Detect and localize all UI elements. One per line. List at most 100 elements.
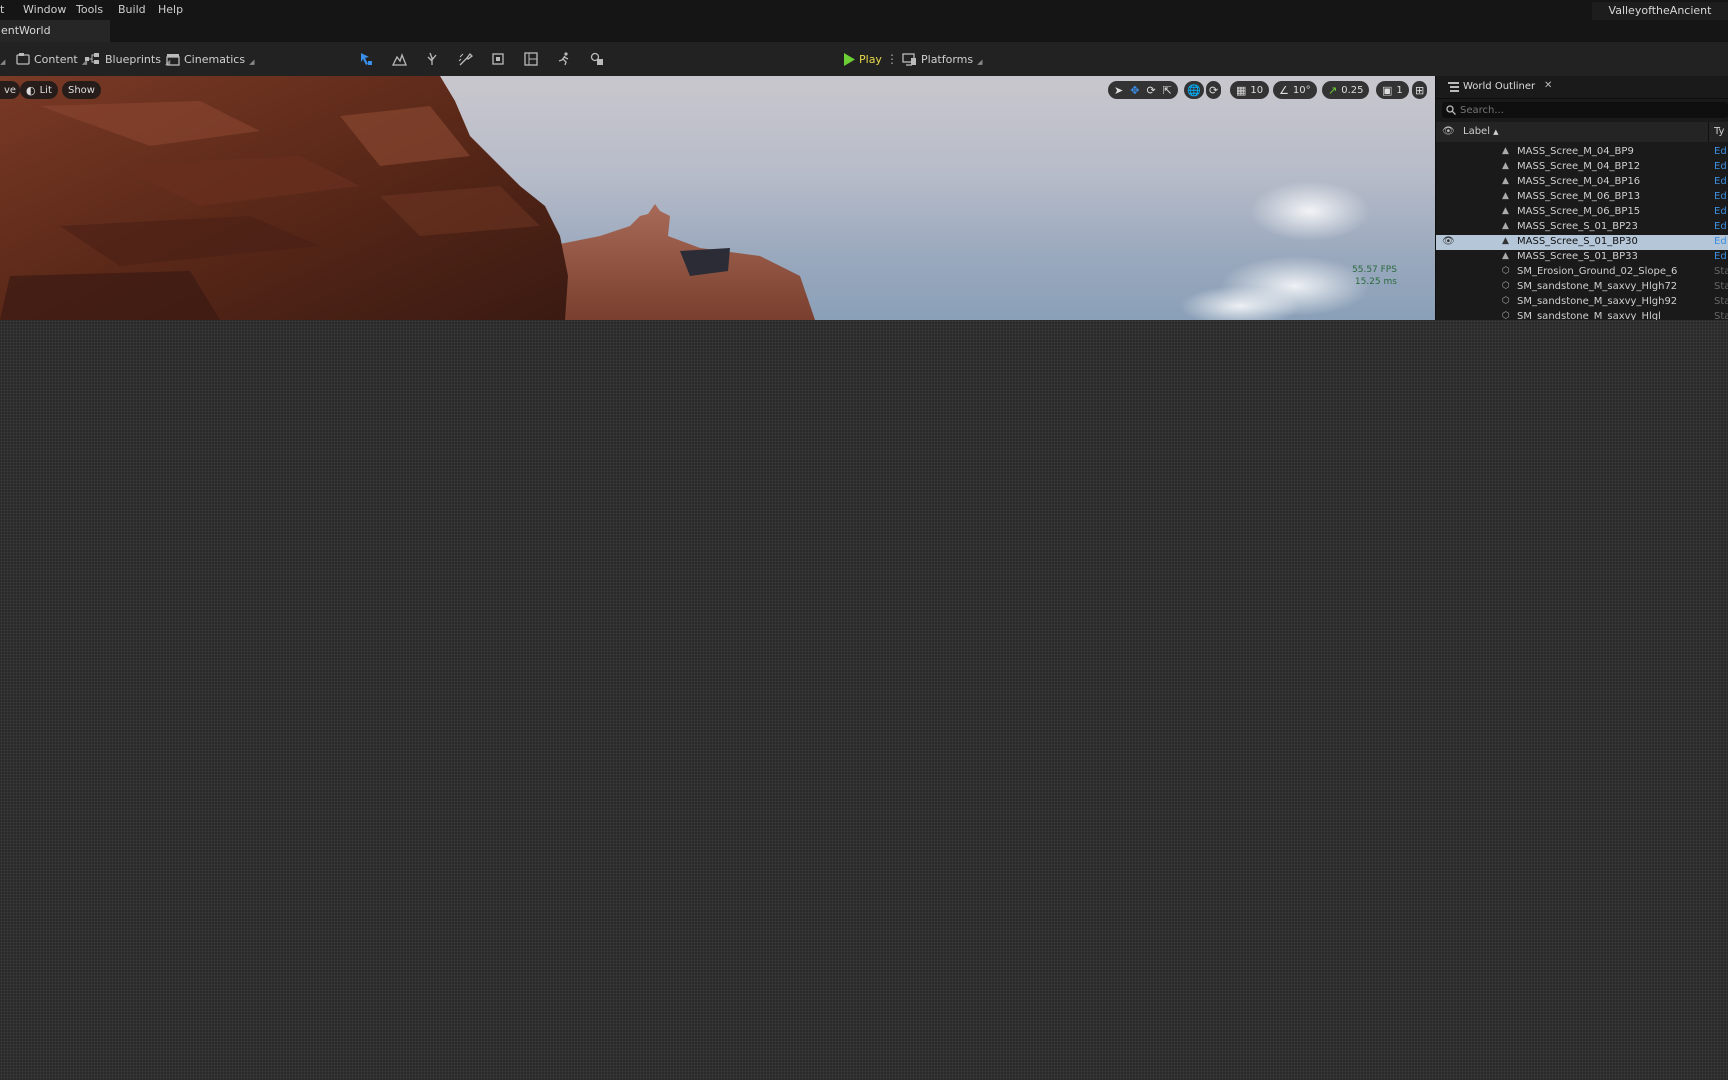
play-options-icon[interactable]: ⋮ xyxy=(886,51,898,67)
content-label: Content xyxy=(34,52,78,66)
modeling-mode-icon[interactable] xyxy=(489,50,507,68)
angle-icon: ∠ xyxy=(1279,83,1289,97)
grid-icon: ▦ xyxy=(1236,83,1247,97)
outliner-row-label: SM_sandstone_M_saxvy_Hlgl xyxy=(1517,311,1661,320)
platforms-label: Platforms xyxy=(921,52,974,66)
camera-speed-value: 1 xyxy=(1396,84,1403,96)
outliner-row[interactable]: ▲ MASS_Scree_S_01_BP33 Ed xyxy=(1436,250,1728,265)
menu-tools[interactable]: Tools xyxy=(76,3,103,16)
outliner-row-type: Sta xyxy=(1714,281,1728,292)
foliage-mode-icon[interactable] xyxy=(423,50,441,68)
outliner-row[interactable]: ▲ MASS_Scree_M_06_BP13 Ed xyxy=(1436,190,1728,205)
geometry-mode-icon[interactable] xyxy=(588,50,606,68)
rotation-snap-button[interactable]: ∠ 10° xyxy=(1273,81,1317,99)
globe-icon: 🌐 xyxy=(1187,83,1201,97)
static-mesh-icon: ⬡ xyxy=(1502,266,1510,276)
outliner-row[interactable]: ▲ MASS_Scree_S_01_BP23 Ed xyxy=(1436,220,1728,235)
content-button[interactable]: Content ◢ xyxy=(16,51,87,67)
outliner-row-label: MASS_Scree_M_04_BP16 xyxy=(1517,176,1641,187)
surface-snap-toggle[interactable]: ⟳ xyxy=(1206,81,1222,99)
clapperboard-icon xyxy=(166,53,180,66)
menu-window[interactable]: Window xyxy=(23,3,66,16)
static-mesh-icon: ⬡ xyxy=(1502,281,1510,291)
chevron-down-icon: ◢ xyxy=(977,58,983,66)
world-local-toggle[interactable]: 🌐 xyxy=(1184,81,1204,99)
scale-snap-button[interactable]: ↗ 0.25 xyxy=(1322,81,1370,99)
blueprint-actor-icon: ▲ xyxy=(1502,236,1509,246)
static-mesh-icon: ⬡ xyxy=(1502,311,1510,320)
level-viewport[interactable]: ve ◐ Lit Show ➤ ✥ ⟳ ⇱ 🌐 ⟳ ▦ 10 ∠ 10° ↗ 0… xyxy=(0,76,1435,320)
camera-icon: ▣ xyxy=(1382,83,1393,97)
search-input[interactable] xyxy=(1460,102,1720,118)
camera-speed-button[interactable]: ▣ 1 xyxy=(1376,81,1409,99)
outliner-title: World Outliner xyxy=(1463,81,1536,92)
outliner-row[interactable]: ▲ MASS_Scree_M_04_BP9 Ed xyxy=(1436,145,1728,160)
outliner-row[interactable]: ⬡ SM_sandstone_M_saxvy_Hlgh92 Sta xyxy=(1436,295,1728,310)
viewport-scene xyxy=(0,76,1370,320)
outliner-row-type: Sta xyxy=(1714,266,1728,277)
outliner-row[interactable]: ▲ MASS_Scree_M_06_BP15 Ed xyxy=(1436,205,1728,220)
outliner-row-label: MASS_Scree_M_06_BP15 xyxy=(1517,206,1641,217)
outliner-row-type: Ed xyxy=(1714,146,1727,157)
perspective-dropdown[interactable]: ve xyxy=(0,81,21,99)
platforms-button[interactable]: Platforms ◢ xyxy=(902,51,983,67)
outliner-row-label: MASS_Scree_M_06_BP13 xyxy=(1517,191,1641,202)
animation-mode-icon[interactable] xyxy=(555,50,573,68)
label-column-text: Label xyxy=(1463,126,1490,137)
outliner-row[interactable]: ⬡ SM_sandstone_M_saxvy_Hlgh72 Sta xyxy=(1436,280,1728,295)
outliner-row[interactable]: ⬡ SM_sandstone_M_saxvy_Hlgl Sta xyxy=(1436,310,1728,320)
mesh-paint-mode-icon[interactable] xyxy=(456,50,474,68)
maximize-viewport-button[interactable]: ⊞ xyxy=(1412,81,1428,99)
outliner-row-label: MASS_Scree_S_01_BP30 xyxy=(1517,236,1638,247)
label-column-header[interactable]: Label ▲ xyxy=(1463,126,1499,137)
blueprints-button[interactable]: Blueprints ◢ xyxy=(85,51,170,67)
grid-snap-button[interactable]: ▦ 10 xyxy=(1230,81,1270,99)
view-mode-lit-button[interactable]: ◐ Lit xyxy=(20,81,58,99)
play-icon xyxy=(844,52,855,66)
blueprint-actor-icon: ▲ xyxy=(1502,206,1509,216)
platforms-icon xyxy=(902,53,916,66)
blueprint-actor-icon: ▲ xyxy=(1502,146,1509,156)
show-button[interactable]: Show xyxy=(62,81,101,99)
menu-help[interactable]: Help xyxy=(158,3,183,16)
close-icon[interactable]: ✕ xyxy=(1544,80,1552,91)
outliner-tab[interactable]: World Outliner ✕ xyxy=(1436,76,1728,99)
outliner-row-label: SM_sandstone_M_saxvy_Hlgh72 xyxy=(1517,281,1678,292)
grid-snap-value: 10 xyxy=(1250,84,1264,96)
outliner-row-label: MASS_Scree_M_04_BP9 xyxy=(1517,146,1634,157)
select-arrow-icon[interactable]: ➤ xyxy=(1114,84,1123,97)
outliner-row[interactable]: ⬡ SM_Erosion_Ground_02_Slope_6 Sta xyxy=(1436,265,1728,280)
lit-sphere-icon: ◐ xyxy=(26,83,36,97)
project-name: ValleyoftheAncient xyxy=(1592,2,1728,20)
level-tab[interactable]: entWorld xyxy=(0,20,110,42)
outliner-row[interactable]: ▲ MASS_Scree_M_04_BP16 Ed xyxy=(1436,175,1728,190)
fracture-mode-icon[interactable] xyxy=(522,50,540,68)
outliner-search[interactable] xyxy=(1442,102,1728,118)
outliner-row-label: SM_sandstone_M_saxvy_Hlgh92 xyxy=(1517,296,1678,307)
outliner-row-type: Sta xyxy=(1714,311,1728,320)
landscape-mode-icon[interactable] xyxy=(390,50,408,68)
outliner-row-type: Ed xyxy=(1714,251,1727,262)
layout-grid-icon: ⊞ xyxy=(1415,83,1425,97)
menu-edit[interactable]: t xyxy=(0,3,4,16)
type-column-header[interactable]: Ty xyxy=(1714,126,1724,137)
outliner-row[interactable]: ▲ MASS_Scree_M_04_BP12 Ed xyxy=(1436,160,1728,175)
menu-build[interactable]: Build xyxy=(118,3,146,16)
outliner-row-type: Sta xyxy=(1714,296,1728,307)
search-icon xyxy=(1446,105,1456,115)
outliner-row[interactable]: 👁 ▲ MASS_Scree_S_01_BP30 Ed xyxy=(1436,235,1728,250)
toolbar-cut-dropdown[interactable]: ◢ xyxy=(0,51,5,67)
rotate-icon[interactable]: ⟳ xyxy=(1146,84,1155,97)
outliner-row-label: MASS_Scree_S_01_BP33 xyxy=(1517,251,1638,262)
cinematics-button[interactable]: Cinematics ◢ xyxy=(166,51,254,67)
cinematics-label: Cinematics xyxy=(184,52,246,66)
select-mode-icon[interactable] xyxy=(357,50,375,68)
visibility-eye-icon[interactable]: 👁 xyxy=(1442,236,1455,247)
outliner-row-type: Ed xyxy=(1714,221,1727,232)
translate-icon[interactable]: ✥ xyxy=(1130,84,1139,97)
scale-icon[interactable]: ⇱ xyxy=(1163,84,1172,97)
visibility-eye-icon[interactable]: 👁 xyxy=(1442,126,1455,137)
outliner-row-label: SM_Erosion_Ground_02_Slope_6 xyxy=(1517,266,1678,277)
play-button[interactable]: Play xyxy=(843,51,882,67)
outliner-column-header: 👁 Label ▲ Ty xyxy=(1436,122,1728,142)
